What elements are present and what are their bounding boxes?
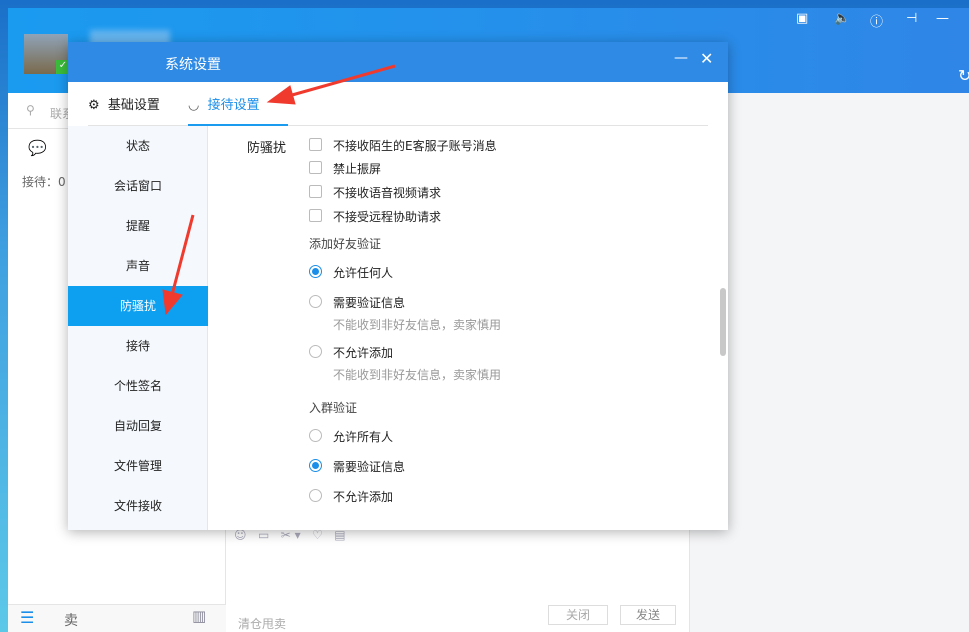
arrow-head: [162, 289, 183, 316]
arrow-to-sidebar: [170, 214, 195, 296]
arrow-to-tab: [284, 64, 396, 99]
annotation-arrows: [162, 64, 396, 316]
arrow-head: [266, 85, 296, 105]
